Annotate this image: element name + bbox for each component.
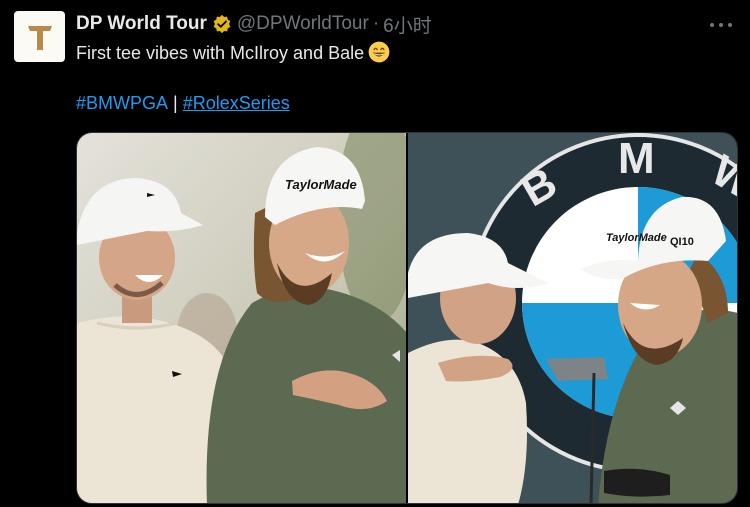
header-separator: · xyxy=(372,13,380,34)
right-cap-side-text: QI10 xyxy=(670,236,694,248)
hashtag-bmwpga[interactable]: #BMWPGA xyxy=(76,93,168,113)
bmw-letter-m: M xyxy=(618,134,655,183)
hashtag-rolexseries[interactable]: #RolexSeries xyxy=(183,93,290,113)
grinning-face-emoji-icon xyxy=(368,41,390,63)
hashtags: #BMWPGA | #RolexSeries xyxy=(76,91,290,115)
avatar[interactable] xyxy=(14,11,65,62)
photo-bmw-first-tee[interactable]: B M W TaylorMade QI10 xyxy=(408,133,737,503)
account-handle[interactable]: @DPWorldTour xyxy=(237,13,369,35)
photo-mcilroy-bale[interactable]: TaylorMade xyxy=(77,133,406,503)
tweet-header: DP World Tour @DPWorldTour · 6小时 xyxy=(76,11,432,38)
hashtag-separator: | xyxy=(173,93,178,113)
tweet-timestamp[interactable]: 6小时 xyxy=(383,11,432,38)
right-cap-logo: TaylorMade xyxy=(606,232,667,244)
tweet: DP World Tour @DPWorldTour · 6小时 First t… xyxy=(0,0,750,507)
verified-badge-icon xyxy=(213,14,231,34)
media-grid: TaylorMade B M W TaylorMade QI10 xyxy=(76,132,738,504)
more-options-icon[interactable] xyxy=(710,14,732,36)
account-name[interactable]: DP World Tour xyxy=(76,13,207,35)
tweet-body: First tee vibes with McIlroy and Bale xyxy=(76,43,365,63)
dp-world-tour-logo-icon xyxy=(27,25,52,50)
left-cap-logo: TaylorMade xyxy=(285,177,357,192)
tweet-text: First tee vibes with McIlroy and Bale xyxy=(76,41,390,65)
